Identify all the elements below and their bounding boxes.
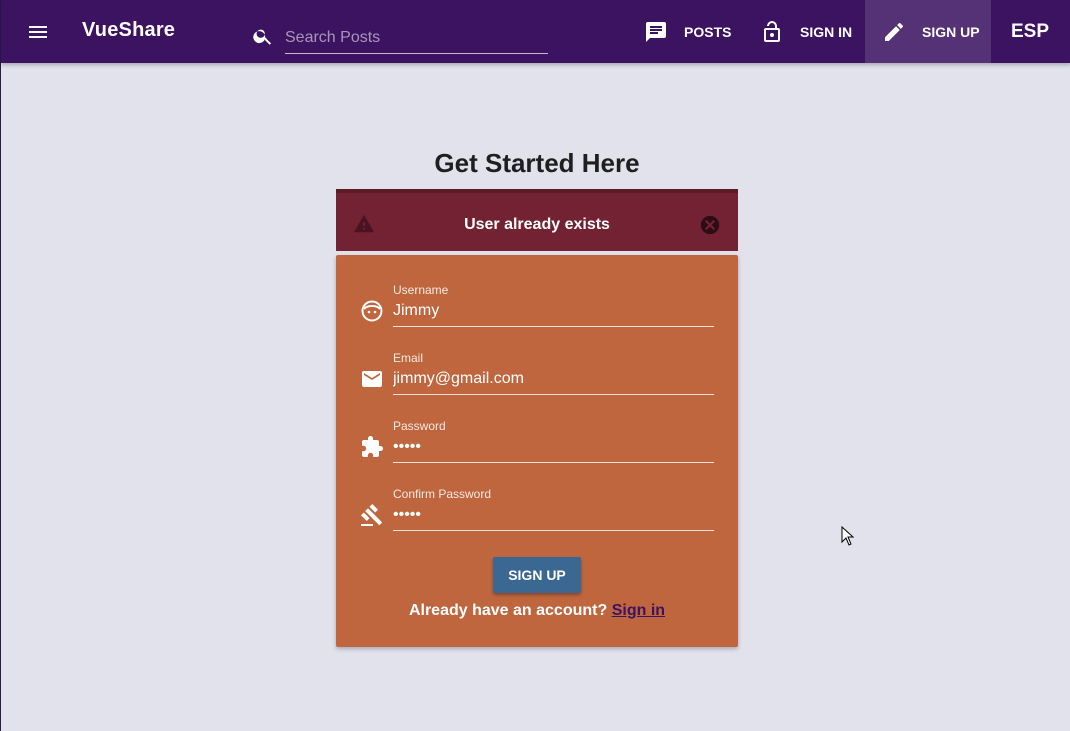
nav-posts-label: POSTS <box>684 23 732 40</box>
email-label: Email <box>393 351 424 365</box>
top-toolbar: VueShare POSTS SIGN IN SIGN UP ESP <box>1 0 1070 63</box>
nav-signin-button[interactable]: SIGN IN <box>760 0 852 63</box>
app-title[interactable]: VueShare <box>82 19 175 42</box>
password-field-group: Password <box>336 391 738 463</box>
nav-signin-label: SIGN IN <box>800 23 853 40</box>
mouse-cursor-icon <box>841 526 855 546</box>
nav-signup-label: SIGN UP <box>922 23 980 40</box>
signin-link[interactable]: Sign in <box>612 602 665 619</box>
email-icon <box>362 371 382 387</box>
signup-form-card: Username Email Password Confirm Password… <box>336 255 738 647</box>
alert-message: User already exists <box>464 216 610 233</box>
face-icon <box>361 300 383 322</box>
chat-icon <box>646 21 666 42</box>
error-alert: User already exists <box>336 189 738 251</box>
signin-prompt: Already have an account? Sign in <box>336 602 738 620</box>
pencil-icon <box>885 22 903 41</box>
nav-signup-button[interactable]: SIGN UP <box>865 0 991 63</box>
lock-open-icon <box>764 20 780 42</box>
search-input[interactable] <box>285 22 548 54</box>
username-label: Username <box>393 283 449 297</box>
menu-icon[interactable] <box>26 20 50 44</box>
close-circle-icon[interactable] <box>699 214 721 236</box>
search-icon <box>253 29 272 45</box>
puzzle-icon <box>362 436 383 457</box>
page-title: Get Started Here <box>434 148 640 178</box>
username-field-group: Username <box>336 255 738 327</box>
confirm-password-input[interactable] <box>393 503 714 531</box>
signin-prompt-text: Already have an account? <box>408 602 608 619</box>
confirm-password-label: Confirm Password <box>393 487 492 501</box>
language-toggle-button[interactable]: ESP <box>1011 0 1049 63</box>
gavel-icon <box>361 504 383 526</box>
nav-posts-button[interactable]: POSTS <box>644 0 731 63</box>
signup-submit-button[interactable]: SIGN UP <box>493 557 581 593</box>
password-label: Password <box>393 419 446 433</box>
email-field-group: Email <box>336 323 738 395</box>
confirm-password-field-group: Confirm Password <box>336 459 738 531</box>
